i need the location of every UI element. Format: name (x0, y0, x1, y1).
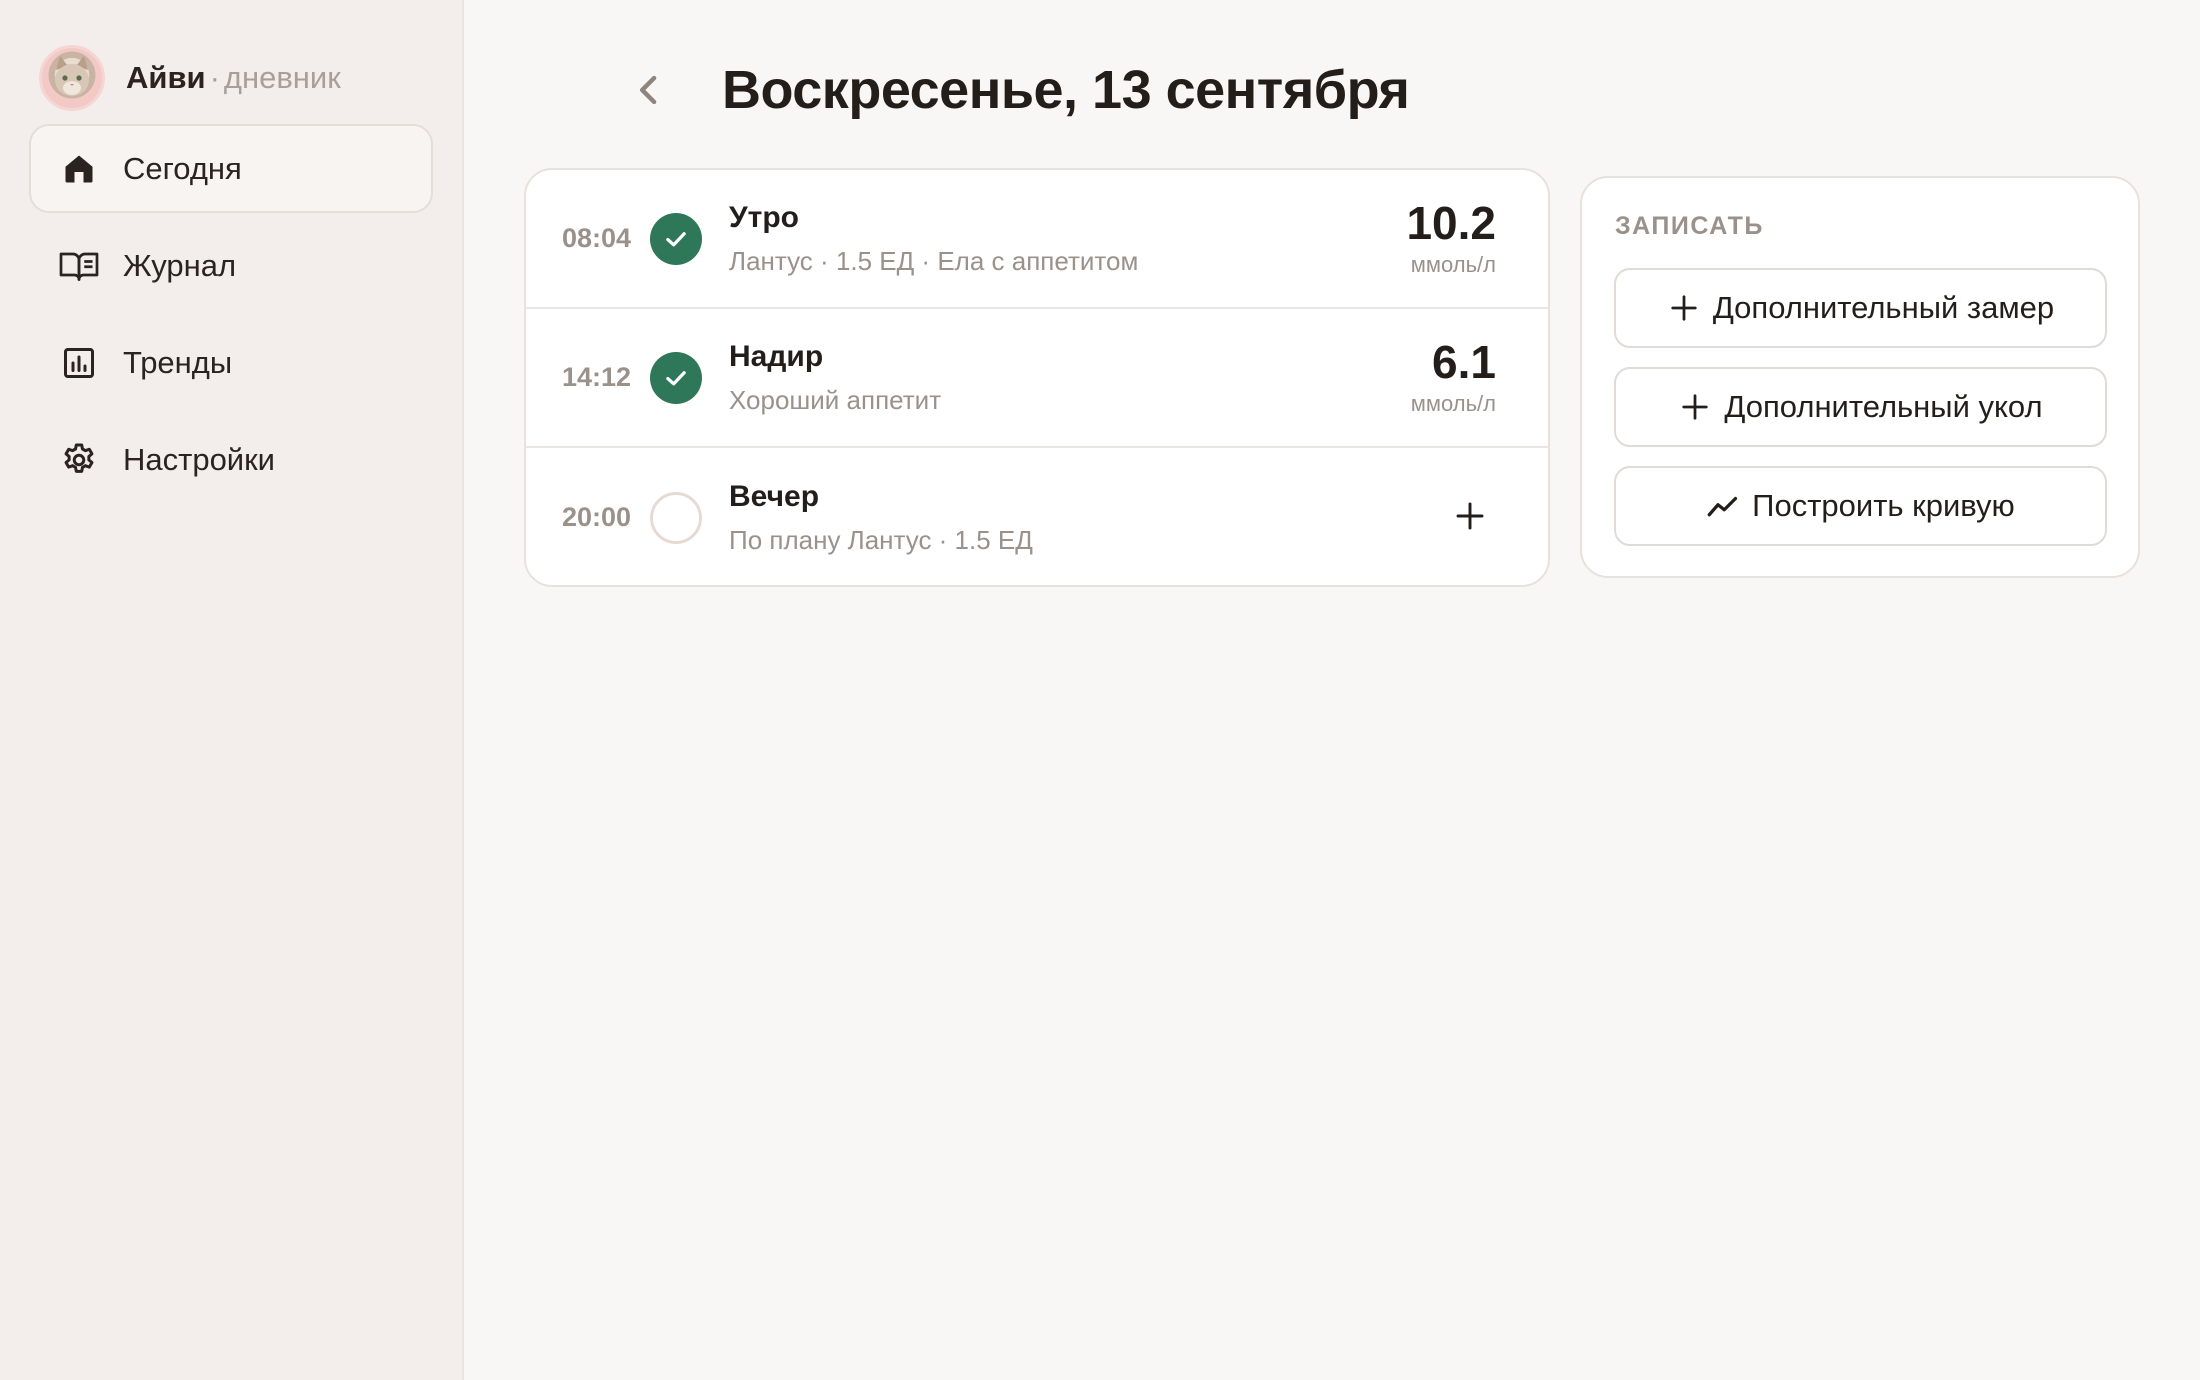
home-icon (57, 147, 101, 191)
sidebar-item-label: Тренды (123, 344, 233, 380)
record-panel: ЗАПИСАТЬ Дополнительный замер Дополнител… (1580, 176, 2140, 578)
sidebar-item-settings[interactable]: Настройки (29, 415, 433, 504)
record-title: ЗАПИСАТЬ (1615, 212, 1764, 240)
gear-icon (57, 438, 101, 482)
glucose-number: 6.1 (1432, 336, 1496, 388)
trend-icon (1706, 489, 1740, 523)
entry-time: 14:12 (562, 362, 632, 392)
button-label: Дополнительный укол (1724, 389, 2043, 424)
avatar[interactable] (39, 45, 105, 111)
plus-icon (1667, 291, 1701, 325)
entry-subtitle: По плану Лантус · 1.5 ЕД (729, 524, 1033, 555)
book-icon (57, 244, 101, 288)
page-header: Воскресенье, 13 сентября (627, 50, 1410, 130)
chevron-left-icon (639, 75, 657, 105)
sidebar-item-trends[interactable]: Тренды (29, 318, 433, 407)
plus-icon (1678, 390, 1712, 424)
add-injection-button[interactable]: Дополнительный укол (1614, 367, 2107, 447)
main-content: Воскресенье, 13 сентября 08:04 Утро Лант… (464, 0, 2200, 1380)
back-button[interactable] (627, 68, 671, 112)
button-label: Дополнительный замер (1712, 290, 2055, 325)
sidebar: Айви · дневник Сегодня Журнал Тренды Нас… (0, 0, 464, 1380)
add-entry-button[interactable] (1448, 494, 1492, 538)
check-circle-icon (650, 212, 702, 265)
glucose-value: 10.2 ммоль/л (1406, 196, 1496, 278)
button-label: Построить кривую (1752, 488, 2015, 523)
add-measurement-button[interactable]: Дополнительный замер (1614, 268, 2107, 348)
brand-subtitle: дневник (223, 60, 341, 95)
list-item[interactable]: 20:00 Вечер По плану Лантус · 1.5 ЕД (526, 448, 1548, 585)
sidebar-item-journal[interactable]: Журнал (29, 221, 433, 310)
sidebar-item-label: Сегодня (123, 150, 242, 186)
app: Айви · дневник Сегодня Журнал Тренды Нас… (0, 0, 2200, 1380)
glucose-value: 6.1 ммоль/л (1411, 335, 1496, 417)
brand-text: Айви · дневник (126, 60, 341, 96)
list-item[interactable]: 14:12 Надир Хороший аппетит 6.1 ммоль/л (526, 309, 1548, 448)
check-circle-icon (650, 351, 702, 404)
entry-time: 08:04 (562, 223, 632, 253)
brand: Айви · дневник (29, 38, 433, 118)
entry-body: Вечер По плану Лантус · 1.5 ЕД (729, 477, 1548, 559)
glucose-number: 10.2 (1406, 197, 1496, 249)
empty-circle-icon (650, 491, 702, 544)
sidebar-item-today[interactable]: Сегодня (29, 124, 433, 213)
brand-separator: · (209, 60, 220, 95)
sidebar-nav: Сегодня Журнал Тренды Настройки (29, 124, 433, 504)
entry-time: 20:00 (562, 502, 632, 532)
entries-list: 08:04 Утро Лантус · 1.5 ЕД · Ела с аппет… (524, 168, 1550, 587)
entry-title: Вечер (729, 479, 820, 513)
glucose-unit: ммоль/л (1410, 391, 1496, 416)
glucose-unit: ммоль/л (1410, 252, 1496, 277)
page-title: Воскресенье, 13 сентября (722, 60, 1410, 120)
plus-icon (1456, 502, 1484, 530)
brand-name: Айви (126, 60, 206, 95)
build-curve-button[interactable]: Построить кривую (1614, 466, 2107, 546)
sidebar-item-label: Настройки (123, 441, 276, 477)
sidebar-item-label: Журнал (123, 247, 237, 283)
chart-icon (57, 341, 101, 385)
list-item[interactable]: 08:04 Утро Лантус · 1.5 ЕД · Ела с аппет… (526, 170, 1548, 309)
